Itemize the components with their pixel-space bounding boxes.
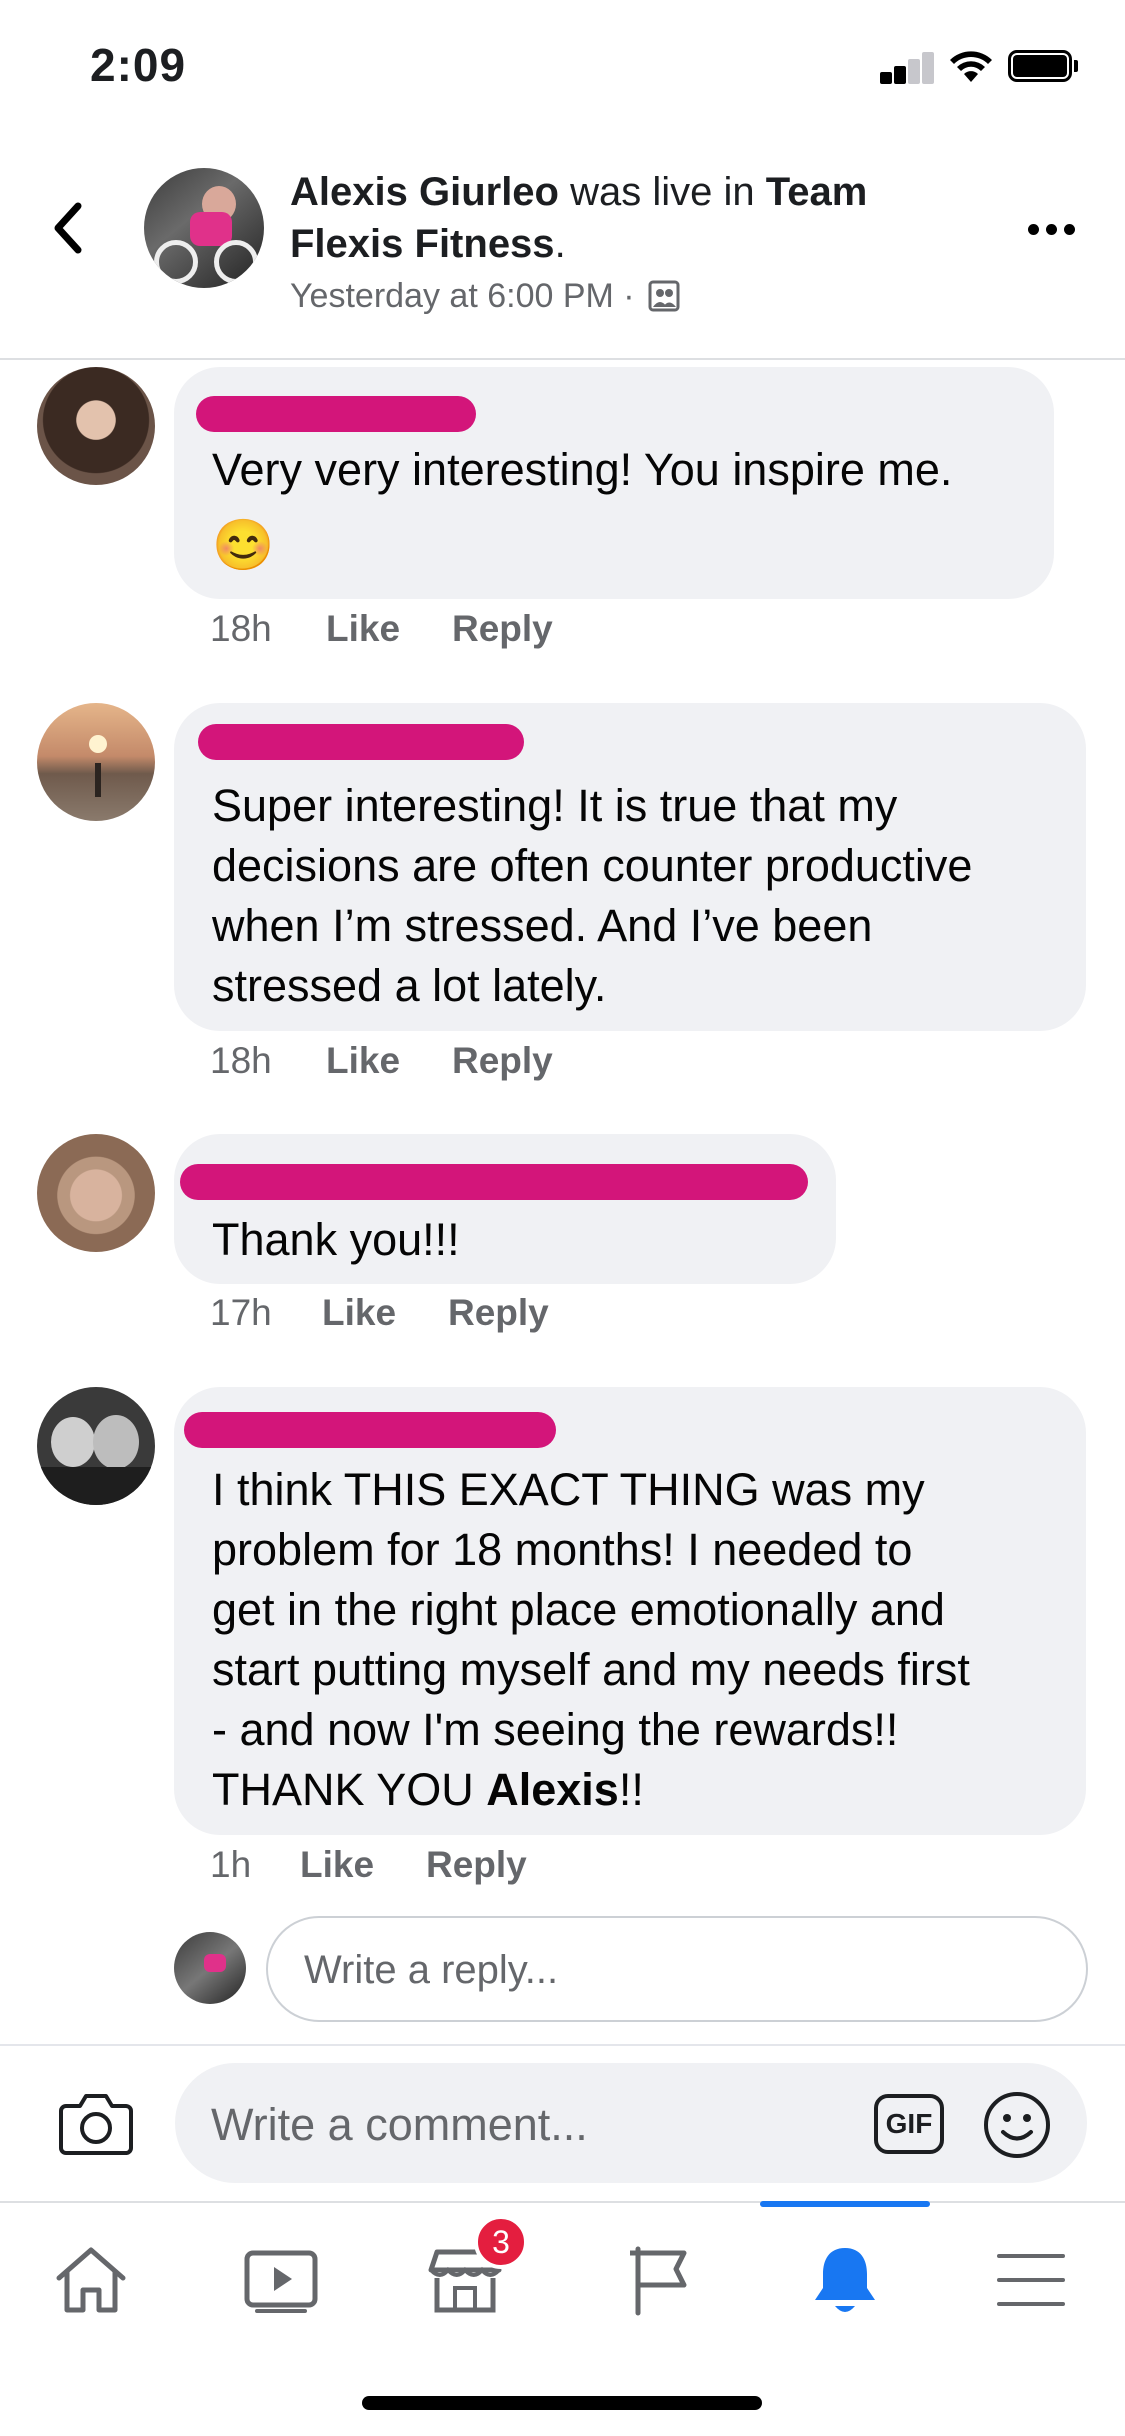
reply-placeholder: Write a reply... — [304, 1948, 559, 1992]
reply-button[interactable]: Reply — [452, 1040, 553, 1082]
pages-flag-icon — [630, 2246, 687, 2316]
home-indicator[interactable] — [362, 2396, 762, 2410]
post-title-line2: Flexis Fitness. — [290, 218, 566, 270]
comment-text-line: THANK YOU Alexis!! — [212, 1760, 970, 1820]
comment-text: I think THIS EXACT THING was my problem … — [212, 1460, 970, 1820]
comment-text-line: Thank you!!! — [212, 1214, 460, 1265]
comment-text-line: decisions are often counter productive — [212, 840, 973, 891]
comment-text-line: get in the right place emotionally and — [212, 1584, 945, 1635]
comment-actions: 18h Like Reply — [210, 1040, 553, 1082]
comment-text-segment: THANK YOU — [212, 1764, 487, 1815]
tab-notifications[interactable] — [790, 2225, 900, 2335]
tab-watch[interactable] — [226, 2225, 336, 2335]
home-icon — [56, 2247, 126, 2313]
active-tab-indicator — [760, 2201, 930, 2207]
commenter-avatar[interactable] — [37, 703, 155, 821]
comment-text-line: I think THIS EXACT THING was my — [212, 1464, 925, 1515]
cellular-signal-icon — [880, 52, 934, 84]
group-name-link-part1[interactable]: Team — [766, 170, 868, 214]
comment-text: Super interesting! It is true that my de… — [212, 776, 972, 1016]
comment-actions: 17h Like Reply — [210, 1292, 549, 1334]
menu-icon — [997, 2254, 1065, 2306]
tab-home[interactable] — [36, 2225, 146, 2335]
reply-input[interactable]: Write a reply... — [266, 1916, 1088, 2022]
comment-time: 18h — [210, 608, 272, 649]
comment-input[interactable]: Write a comment... — [175, 2063, 1087, 2183]
comment-time: 1h — [210, 1844, 252, 1885]
comment-actions: 1h Like Reply — [210, 1844, 527, 1886]
reply-button[interactable]: Reply — [426, 1844, 527, 1886]
commenter-avatar[interactable] — [37, 1387, 155, 1505]
like-button[interactable]: Like — [300, 1844, 426, 1886]
redacted-commenter-name — [180, 1164, 808, 1200]
group-name-link-part2[interactable]: Flexis Fitness — [290, 222, 555, 266]
camera-icon[interactable] — [58, 2090, 134, 2156]
comment-text: Very very interesting! You inspire me. — [212, 440, 952, 500]
comment-text-line: stressed a lot lately. — [212, 960, 607, 1011]
reply-button[interactable]: Reply — [452, 608, 553, 650]
tab-menu[interactable] — [976, 2225, 1086, 2335]
tab-pages[interactable] — [604, 2225, 714, 2335]
notifications-bell-icon — [815, 2248, 875, 2312]
comment-text: Thank you!!! — [212, 1210, 460, 1270]
wifi-icon — [950, 51, 992, 82]
smiling-emoji-icon: 😊 — [212, 517, 275, 573]
post-timestamp: Yesterday at 6:00 PM · — [290, 277, 635, 315]
gif-label: GIF — [885, 2108, 933, 2139]
current-user-avatar — [174, 1932, 246, 2004]
like-button[interactable]: Like — [326, 1040, 452, 1082]
comment-text-line: problem for 18 months! I needed to — [212, 1524, 913, 1575]
comment-text-line: when I’m stressed. And I’ve been — [212, 900, 873, 951]
redacted-commenter-name — [198, 724, 524, 760]
badge-count: 3 — [492, 2223, 510, 2260]
emoji-icon[interactable] — [982, 2090, 1052, 2160]
redacted-commenter-name — [184, 1412, 556, 1448]
commenter-avatar[interactable] — [37, 1134, 155, 1252]
battery-icon — [1008, 50, 1078, 82]
comment-text-line: start putting myself and my needs first — [212, 1644, 970, 1695]
notification-badge: 3 — [474, 2215, 528, 2269]
commenter-avatar[interactable] — [37, 367, 155, 485]
comment-text-line: Very very interesting! You inspire me. — [212, 444, 953, 495]
comment-time: 17h — [210, 1292, 272, 1333]
comment-time: 18h — [210, 1040, 272, 1081]
gif-button[interactable]: GIF — [874, 2094, 944, 2154]
comment-text-segment: !! — [618, 1764, 644, 1815]
comment-text-line: - and now I'm seeing the rewards!! — [212, 1704, 899, 1755]
author-avatar[interactable] — [144, 168, 264, 288]
reply-button[interactable]: Reply — [448, 1292, 549, 1334]
redacted-commenter-name — [196, 396, 476, 432]
title-connector: was live in — [558, 170, 766, 214]
author-name-link[interactable]: Alexis Giurleo — [290, 170, 559, 214]
more-options-icon[interactable] — [1028, 224, 1075, 235]
post-title-line1: Alexis Giurleo was live in Team — [290, 166, 867, 218]
comment-text-line: Super interesting! It is true that my — [212, 780, 898, 831]
like-button[interactable]: Like — [326, 608, 452, 650]
post-timestamp-row: Yesterday at 6:00 PM · — [290, 274, 681, 318]
group-audience-icon — [648, 280, 680, 312]
mentioned-name[interactable]: Alexis — [486, 1764, 619, 1815]
back-chevron-icon[interactable] — [48, 200, 88, 256]
like-button[interactable]: Like — [322, 1292, 448, 1334]
comment-placeholder: Write a comment... — [211, 2099, 588, 2150]
status-time: 2:09 — [90, 39, 187, 91]
comment-actions: 18h Like Reply — [210, 608, 553, 650]
title-period: . — [554, 222, 566, 266]
watch-icon — [244, 2250, 318, 2313]
